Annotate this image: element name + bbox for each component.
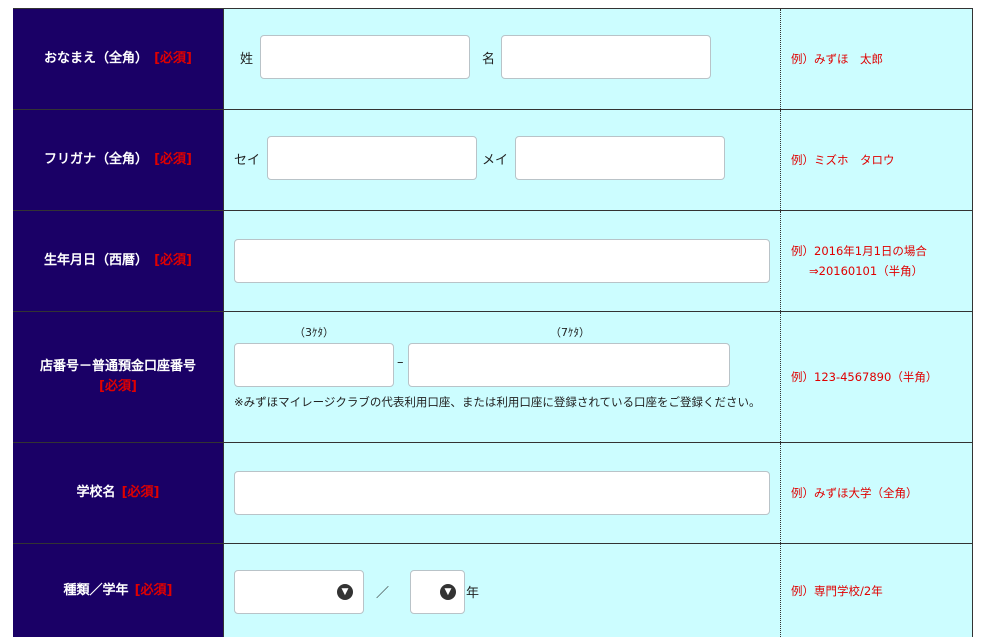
example-text-line2: ⇒20160101（半角） (809, 264, 924, 278)
row-account: 店番号－普通預金口座番号 [必須] （3ｹﾀ） （7ｹﾀ） – ※みずほマイレー… (13, 312, 973, 443)
row-type-grade: 種類／学年 [必須] ▼ ／ ▼ 年 例）専門学校/2年 (13, 544, 973, 637)
grade-select[interactable]: ▼ (410, 570, 465, 614)
type-grade-slash: ／ (376, 586, 390, 601)
example-text: 例）123-4567890（半角） (791, 370, 938, 384)
field-label: 店番号－普通預金口座番号 (39, 359, 196, 374)
input-cell: セイ メイ (223, 110, 780, 210)
label-cell: 生年月日（西暦） [必須] (13, 211, 223, 311)
school-type-select[interactable]: ▼ (234, 570, 364, 614)
example-cell: 例）みずほ 太郎 (780, 9, 973, 109)
field-label: おなまえ（全角） (44, 51, 149, 66)
chevron-down-icon: ▼ (440, 584, 456, 600)
example-text: 例）みずほ 太郎 (791, 52, 883, 66)
label-cell: 店番号－普通預金口座番号 [必須] (13, 312, 223, 442)
row-school: 学校名 [必須] 例）みずほ大学（全角） (13, 443, 973, 544)
example-cell: 例）専門学校/2年 (780, 544, 973, 637)
input-cell (223, 443, 780, 543)
last-name-kana-label: セイ (234, 153, 261, 168)
last-name-input[interactable] (260, 35, 470, 79)
example-cell: 例）みずほ大学（全角） (780, 443, 973, 543)
required-badge: [必須] (154, 152, 192, 167)
label-cell: 学校名 [必須] (13, 443, 223, 543)
required-badge: [必須] (121, 485, 160, 500)
row-furigana: フリガナ（全角） [必須] セイ メイ 例）ミズホ タロウ (13, 110, 973, 211)
required-badge: [必須] (154, 253, 192, 268)
field-label: フリガナ（全角） (44, 152, 149, 167)
registration-form: おなまえ（全角） [必須] 姓 名 例）みずほ 太郎 フリガナ（全角） [必須] セ… (13, 8, 973, 637)
required-badge: [必須] (134, 582, 173, 598)
field-label: 生年月日（西暦） (44, 253, 149, 268)
label-cell: おなまえ（全角） [必須] (13, 9, 223, 109)
birthdate-input[interactable] (234, 239, 770, 283)
last-name-kana-input[interactable] (267, 136, 477, 180)
account-digits-hint: （7ｹﾀ） (550, 326, 590, 339)
example-text: 例）ミズホ タロウ (791, 153, 895, 167)
required-badge: [必須] (154, 51, 192, 66)
separator: – (397, 355, 404, 370)
account-number-input[interactable] (408, 343, 730, 387)
row-name: おなまえ（全角） [必須] 姓 名 例）みずほ 太郎 (13, 9, 973, 110)
grade-suffix: 年 (466, 586, 480, 601)
row-birthdate: 生年月日（西暦） [必須] 例）2016年1月1日の場合 ⇒20160101（半角… (13, 211, 973, 312)
example-text-line1: 例）2016年1月1日の場合 (791, 244, 927, 258)
chevron-down-icon: ▼ (337, 584, 353, 600)
label-cell: フリガナ（全角） [必須] (13, 110, 223, 210)
input-cell: （3ｹﾀ） （7ｹﾀ） – ※みずほマイレージクラブの代表利用口座、または利用口… (223, 312, 780, 442)
example-cell: 例）123-4567890（半角） (780, 312, 973, 442)
label-cell: 種類／学年 [必須] (13, 544, 223, 637)
first-name-label: 名 (482, 52, 496, 67)
first-name-kana-label: メイ (482, 153, 509, 168)
example-cell: 例）ミズホ タロウ (780, 110, 973, 210)
branch-number-input[interactable] (234, 343, 394, 387)
branch-digits-hint: （3ｹﾀ） (294, 326, 334, 339)
first-name-input[interactable] (501, 35, 711, 79)
field-label: 学校名 (76, 485, 116, 500)
example-cell: 例）2016年1月1日の場合 ⇒20160101（半角） (780, 211, 973, 311)
input-cell: 姓 名 (223, 9, 780, 109)
account-note: ※みずほマイレージクラブの代表利用口座、または利用口座に登録されている口座をご登… (234, 395, 761, 409)
last-name-label: 姓 (240, 52, 254, 67)
input-cell (223, 211, 780, 311)
input-cell: ▼ ／ ▼ 年 (223, 544, 780, 637)
example-text: 例）みずほ大学（全角） (791, 486, 918, 500)
first-name-kana-input[interactable] (515, 136, 725, 180)
example-text: 例）専門学校/2年 (791, 583, 883, 598)
school-name-input[interactable] (234, 471, 770, 515)
required-badge: [必須] (99, 379, 137, 394)
field-label: 種類／学年 (63, 582, 129, 598)
